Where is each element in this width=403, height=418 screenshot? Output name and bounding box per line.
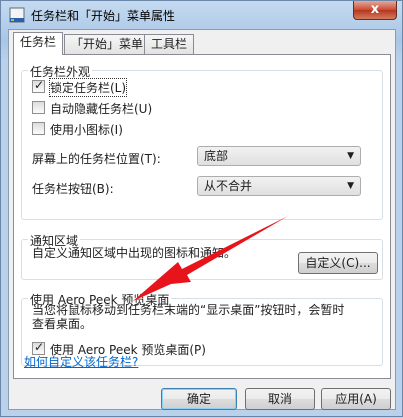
taskbar-properties-icon [9, 7, 25, 23]
close-button[interactable]: x [353, 1, 397, 20]
notification-group: 通知区域 自定义通知区域中出现的图标和通知。 自定义(C)... [21, 232, 383, 280]
taskbar-location-label: 屏幕上的任务栏位置(T): [32, 152, 161, 166]
help-link[interactable]: 如何自定义该任务栏? [24, 353, 138, 370]
tab-toolbars[interactable]: 工具栏 [144, 34, 195, 54]
lock-taskbar-label: 锁定任务栏(L) [48, 78, 128, 97]
aero-peek-description-line1: 当您将鼠标移动到任务栏末端的“显示桌面”按钮时，会暂时 [32, 303, 345, 317]
dropdown-arrow-icon: ▼ [347, 181, 354, 191]
notification-description: 自定义通知区域中出现的图标和通知。 [32, 246, 237, 260]
dialog-client-area: 任务栏 「开始」菜单 工具栏 任务栏外观 ✓ 锁定任务栏(L) 自动隐藏任务栏(… [8, 29, 396, 410]
taskbar-location-value: 底部 [204, 149, 229, 163]
taskbar-buttons-value: 从不合并 [204, 179, 253, 193]
taskbar-buttons-label: 任务栏按钮(B): [32, 182, 114, 196]
customize-button[interactable]: 自定义(C)... [298, 252, 378, 274]
properties-window: 任务栏和「开始」菜单属性 x 任务栏 「开始」菜单 工具栏 任务栏外观 ✓ 锁定… [0, 0, 403, 417]
lock-taskbar-checkbox[interactable]: ✓ [32, 78, 45, 93]
checkmark-icon: ✓ [34, 340, 45, 354]
appearance-group: 任务栏外观 ✓ 锁定任务栏(L) 自动隐藏任务栏(U) 使用小图标(I) 屏幕上… [21, 63, 383, 220]
tab-taskbar[interactable]: 任务栏 [13, 32, 64, 55]
aero-peek-description-line2: 查看桌面。 [32, 317, 93, 331]
tab-start-menu[interactable]: 「开始」菜单 [64, 34, 151, 54]
window-title: 任务栏和「开始」菜单属性 [31, 9, 176, 23]
small-icons-checkbox[interactable] [32, 122, 45, 135]
ok-button[interactable]: 确定 [161, 388, 237, 410]
apply-button[interactable]: 应用(A) [321, 388, 391, 410]
checkmark-icon: ✓ [34, 78, 45, 92]
auto-hide-label: 自动隐藏任务栏(U) [50, 102, 153, 116]
small-icons-label: 使用小图标(I) [50, 123, 123, 137]
taskbar-location-select[interactable]: 底部 ▼ [197, 146, 361, 166]
taskbar-tab-panel: 任务栏外观 ✓ 锁定任务栏(L) 自动隐藏任务栏(U) 使用小图标(I) 屏幕上… [13, 54, 391, 379]
auto-hide-checkbox[interactable] [32, 101, 45, 114]
taskbar-buttons-select[interactable]: 从不合并 ▼ [197, 176, 361, 196]
close-icon: x [370, 2, 380, 17]
cancel-button[interactable]: 取消 [245, 388, 315, 410]
title-bar[interactable]: 任务栏和「开始」菜单属性 x [1, 1, 402, 29]
dropdown-arrow-icon: ▼ [347, 151, 354, 161]
